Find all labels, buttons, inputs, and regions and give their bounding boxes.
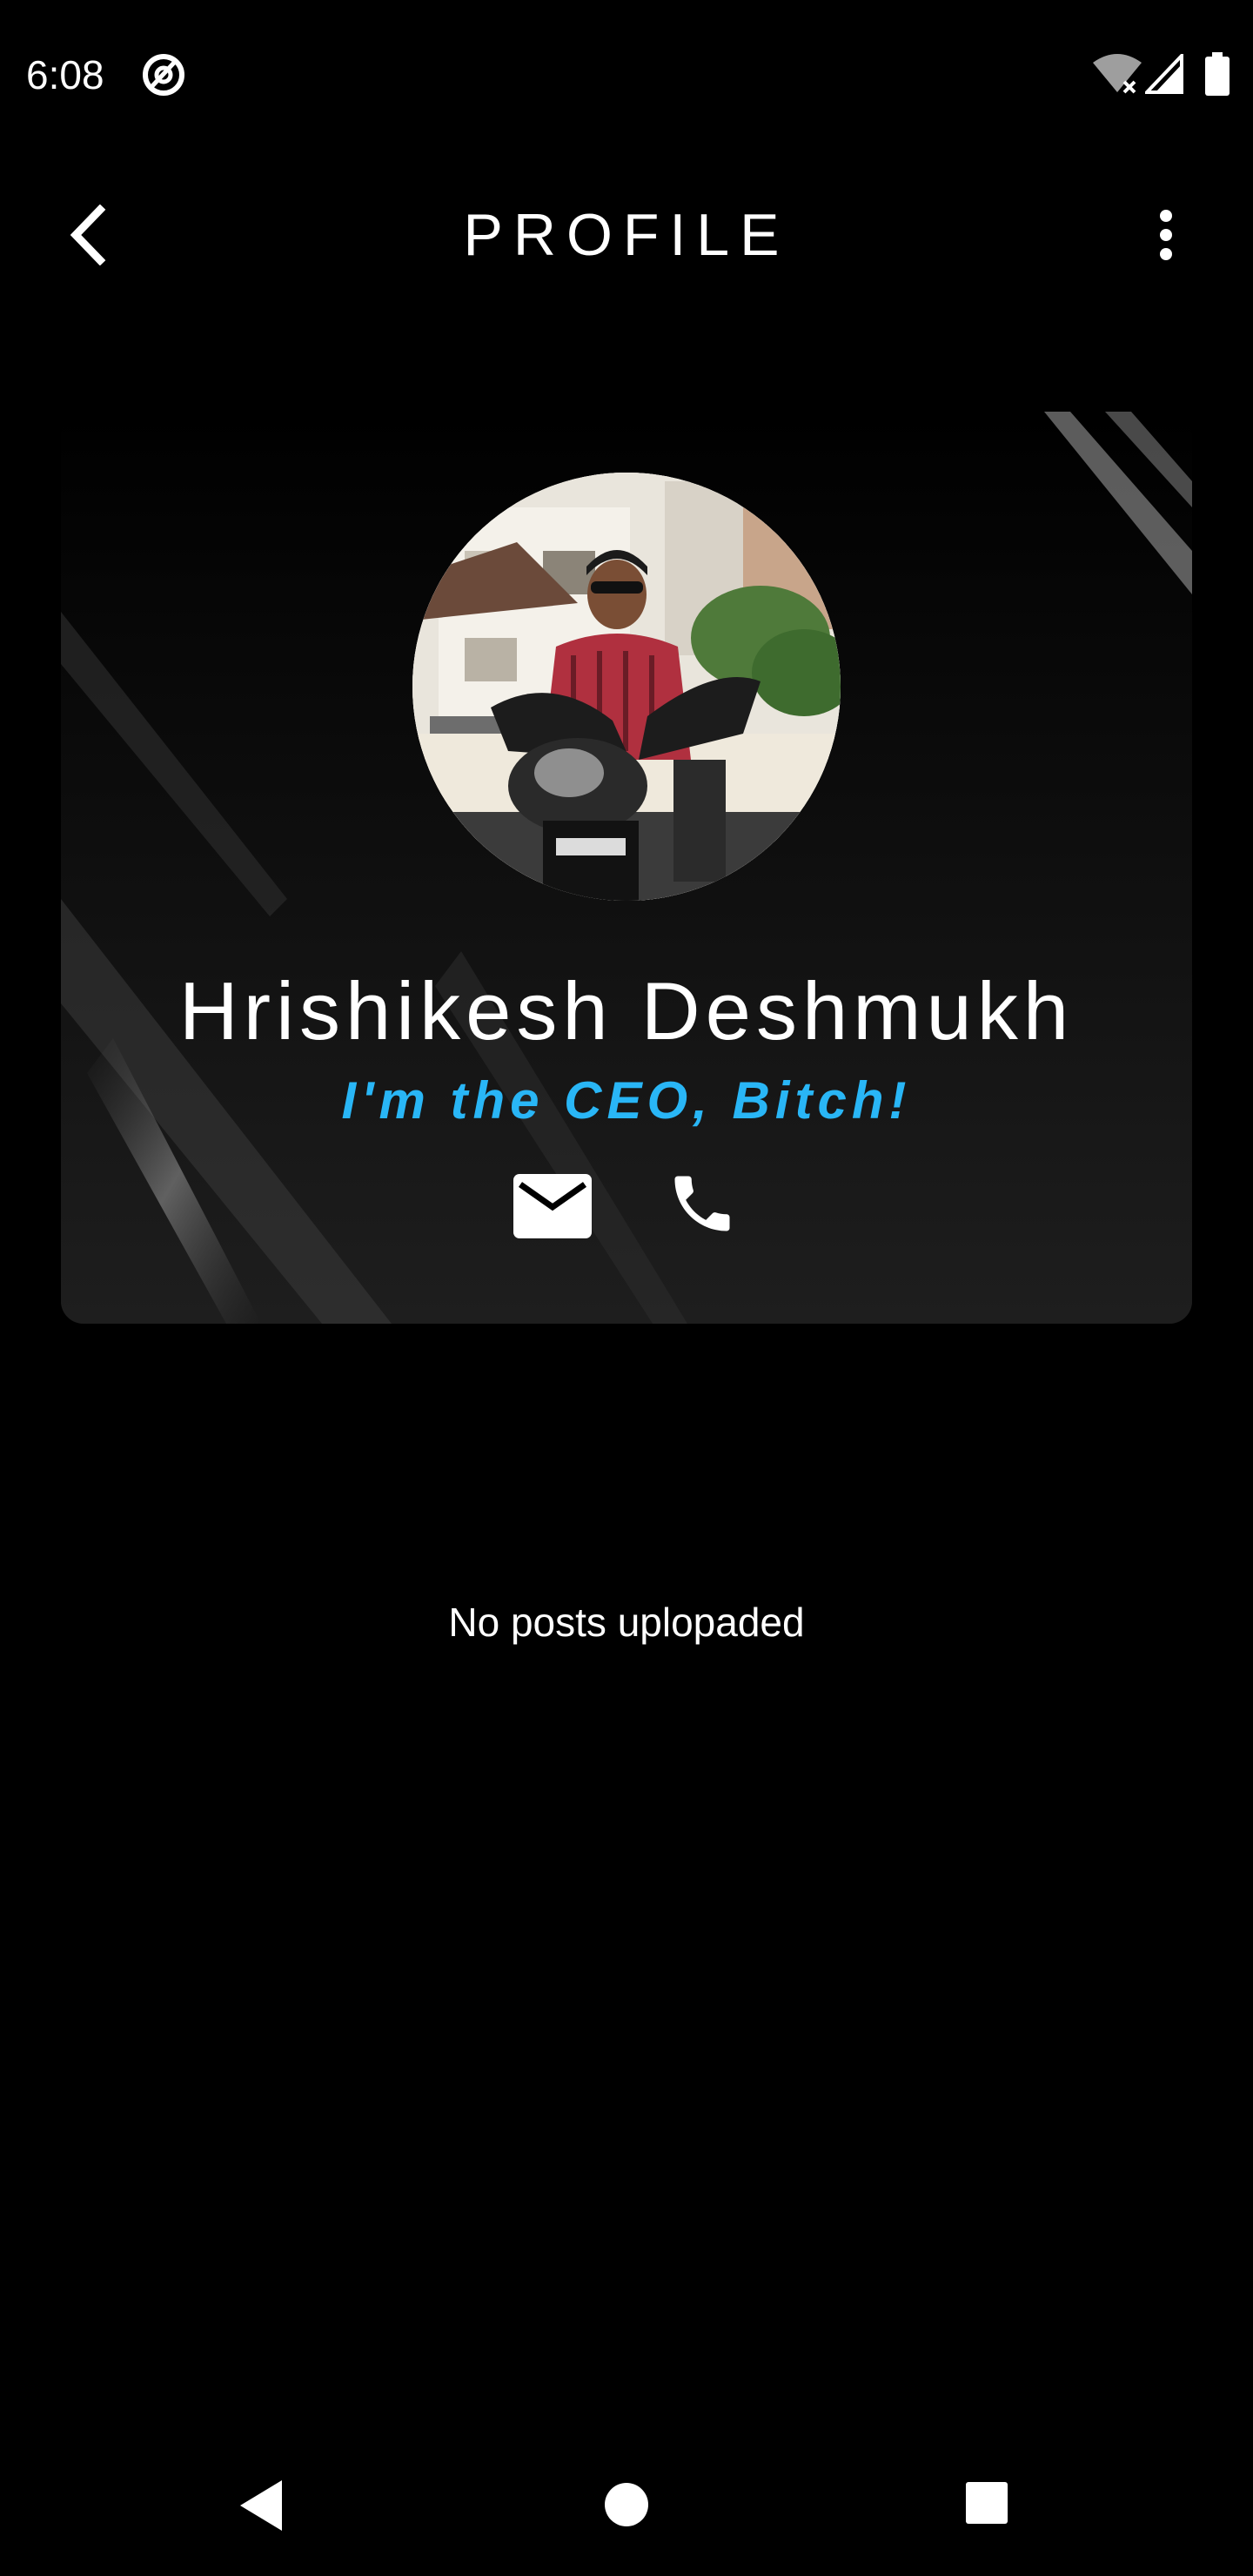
nav-home-button[interactable]	[600, 2479, 653, 2531]
more-options-button[interactable]	[1131, 200, 1201, 270]
battery-full-icon	[1205, 52, 1230, 96]
status-bar: 6:08	[0, 0, 1253, 148]
phone-icon	[674, 1176, 730, 1231]
system-navigation-bar	[0, 2437, 1253, 2576]
status-time: 6:08	[26, 52, 104, 97]
email-icon	[513, 1174, 592, 1238]
nav-home-icon	[605, 2483, 648, 2526]
phone-button[interactable]	[654, 1160, 750, 1247]
profile-photo	[412, 473, 841, 901]
profile-avatar[interactable]	[412, 473, 841, 901]
at-sign-circle-icon	[141, 52, 186, 97]
nav-recents-icon	[966, 2482, 1008, 2524]
more-vert-icon	[1160, 210, 1172, 260]
app-bar: PROFILE	[0, 174, 1253, 296]
nav-back-button[interactable]	[235, 2477, 287, 2534]
nav-back-icon	[240, 2480, 282, 2531]
nav-recents-button[interactable]	[964, 2480, 1009, 2526]
profile-card: Hrishikesh Deshmukh I'm the CEO, Bitch!	[61, 412, 1192, 1324]
no-posts-message: No posts uplopaded	[448, 1600, 805, 1645]
cell-signal-icon	[1142, 51, 1183, 94]
profile-tagline: I'm the CEO, Bitch!	[341, 1071, 912, 1130]
page-title: PROFILE	[463, 202, 790, 268]
profile-name: Hrishikesh Deshmukh	[178, 965, 1075, 1057]
wifi-off-icon	[1091, 52, 1143, 96]
email-button[interactable]	[509, 1167, 596, 1245]
